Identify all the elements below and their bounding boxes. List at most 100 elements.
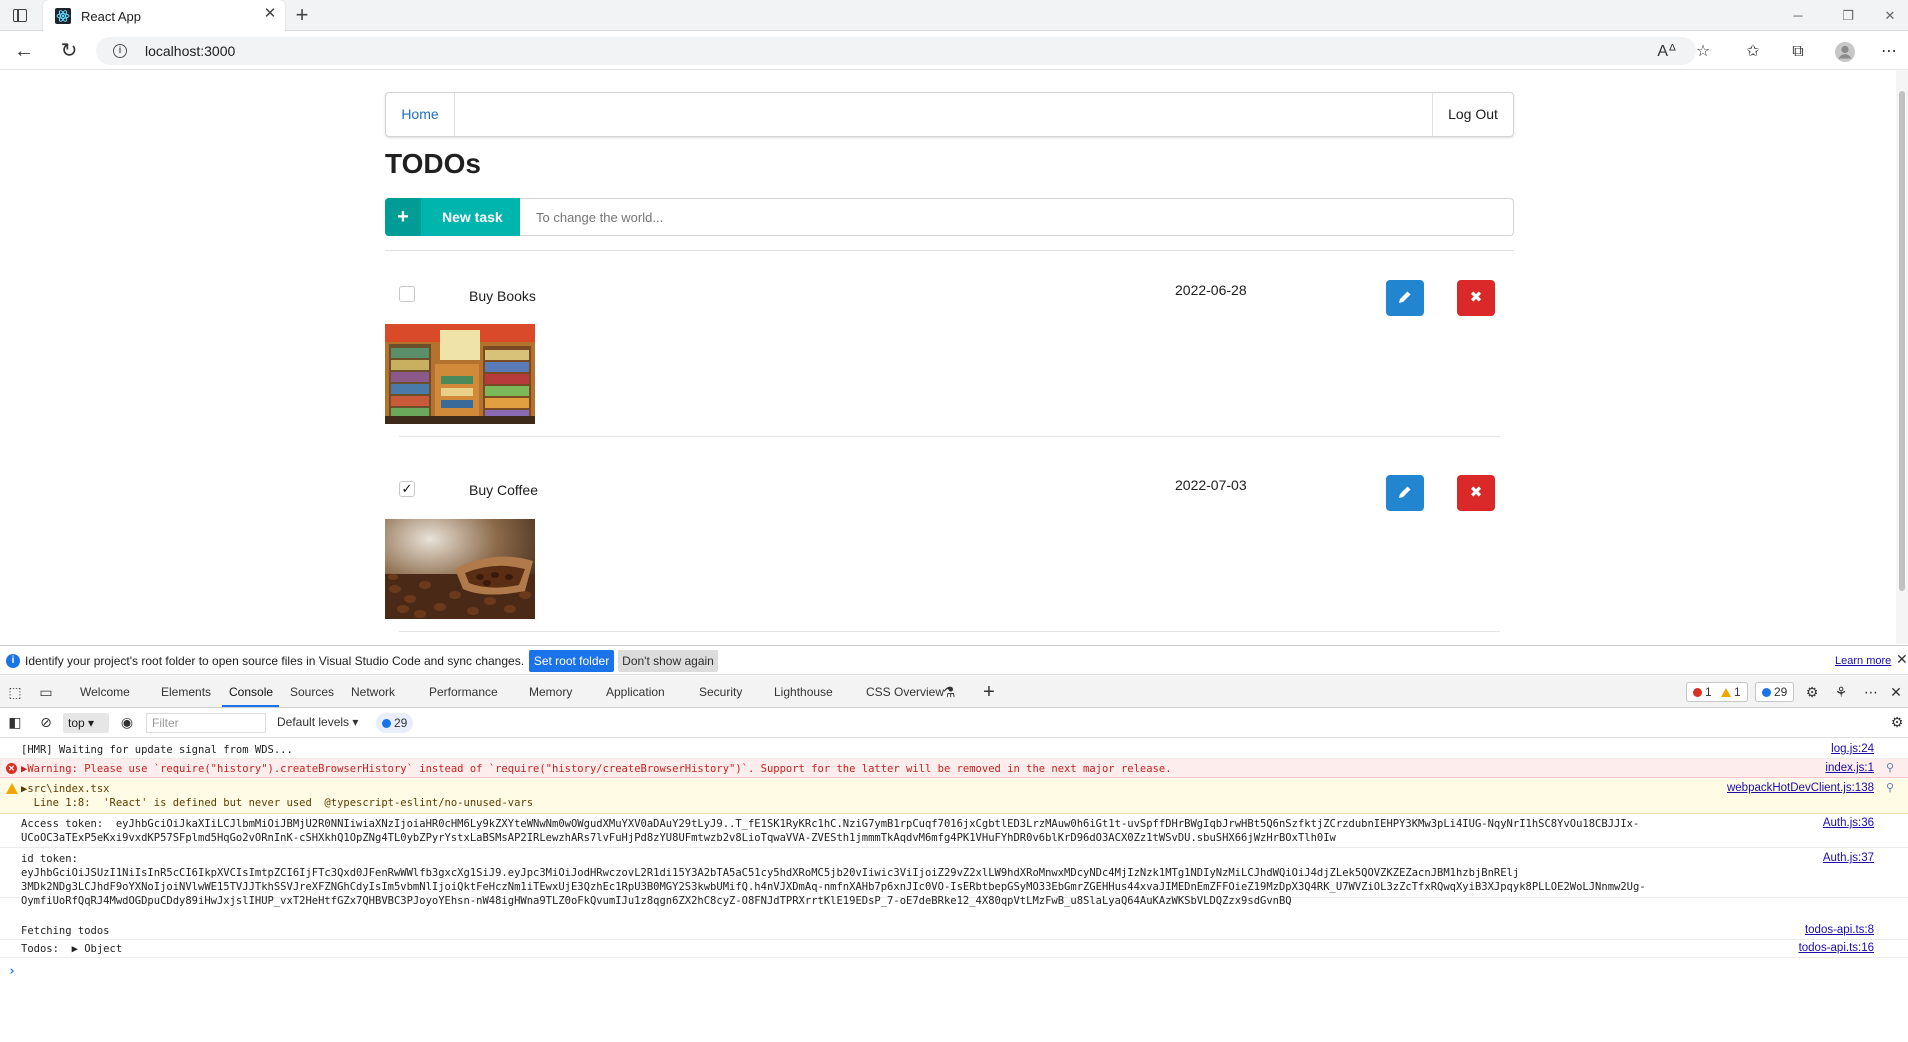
- sidebar-toggle-icon[interactable]: ◧: [6, 714, 24, 730]
- new-tab-button[interactable]: +: [290, 4, 314, 28]
- new-task-input[interactable]: [520, 198, 1514, 236]
- message-dot-icon: [382, 719, 391, 728]
- console-filter-input[interactable]: Filter: [146, 713, 266, 733]
- learn-more-link[interactable]: Learn more: [1835, 655, 1891, 667]
- home-link[interactable]: Home: [386, 93, 455, 136]
- browser-tab-strip: React App ✕ + ─ ❐ ✕: [0, 0, 1908, 32]
- window-close-icon[interactable]: ✕: [1872, 4, 1908, 28]
- tab-css-overview[interactable]: CSS Overview: [866, 685, 944, 699]
- warning-triangle-icon: [1721, 688, 1732, 697]
- console-toolbar: ◧ ⊘ top ▾ ◉ Filter Default levels ▾ 29 ⚙: [0, 709, 1908, 738]
- todo-item: ✓ Buy Coffee 2022-07-03 ✖: [385, 461, 1514, 632]
- infobar-close-icon[interactable]: ✕: [1896, 651, 1908, 668]
- browser-tab-react-app[interactable]: React App ✕: [43, 0, 285, 32]
- live-expression-eye-icon[interactable]: ◉: [118, 714, 136, 730]
- profile-avatar-icon[interactable]: [1834, 41, 1856, 63]
- console-line: Todos: ▶ Object todos-api.ts:16: [0, 940, 1908, 958]
- tab-memory[interactable]: Memory: [529, 685, 572, 699]
- todo-divider: [399, 436, 1500, 437]
- back-icon[interactable]: ←: [11, 39, 37, 63]
- tab-elements[interactable]: Elements: [161, 685, 211, 699]
- pencil-icon: [1399, 291, 1411, 303]
- tab-welcome[interactable]: Welcome: [80, 685, 130, 699]
- tab-application[interactable]: Application: [606, 685, 665, 699]
- restore-icon[interactable]: ❐: [1830, 4, 1866, 28]
- delete-button[interactable]: ✖: [1457, 475, 1495, 511]
- source-link[interactable]: Auth.js:36: [1823, 817, 1874, 829]
- top-menu: Home Log Out: [385, 92, 1514, 137]
- source-link[interactable]: todos-api.ts:8: [1805, 924, 1874, 936]
- console-output: [HMR] Waiting for update signal from WDS…: [0, 739, 1908, 1042]
- tab-console[interactable]: Console: [229, 685, 273, 699]
- infobar-message: Identify your project's root folder to o…: [25, 654, 525, 668]
- console-settings-gear-icon[interactable]: ⚙: [1888, 714, 1906, 730]
- context-selector[interactable]: top ▾: [63, 713, 109, 733]
- customize-icon[interactable]: ⚘: [1832, 684, 1850, 700]
- console-line: Fetching todos todos-api.ts:8: [0, 923, 1908, 940]
- url-text: localhost:3000: [145, 43, 236, 59]
- logout-button[interactable]: Log Out: [1432, 93, 1513, 136]
- console-line: Access token: eyJhbGciOiJkaXIiLCJlbmMiOi…: [0, 814, 1908, 848]
- warning-icon: [6, 783, 18, 794]
- devtools-infobar: i Identify your project's root folder to…: [0, 645, 1908, 675]
- more-options-icon[interactable]: ⋯: [1862, 684, 1880, 700]
- experimental-flask-icon: ⚗: [942, 684, 956, 700]
- tab-actions-icon[interactable]: [10, 6, 30, 26]
- search-icon: ⚲: [1885, 781, 1894, 794]
- minimize-icon[interactable]: ─: [1780, 4, 1816, 28]
- source-link[interactable]: log.js:24: [1831, 743, 1874, 755]
- read-aloud-icon[interactable]: Aᐞ: [1656, 41, 1678, 63]
- more-menu-icon[interactable]: ⋯: [1878, 41, 1900, 63]
- react-favicon-icon: [55, 8, 71, 24]
- tab-lighthouse[interactable]: Lighthouse: [774, 685, 833, 699]
- edit-button[interactable]: [1386, 475, 1424, 511]
- console-prompt-icon[interactable]: ›: [8, 964, 16, 979]
- search-icon: ⚲: [1885, 761, 1894, 774]
- message-count-badge[interactable]: 29: [1755, 682, 1795, 702]
- clear-console-icon[interactable]: ⊘: [37, 714, 55, 730]
- tab-network[interactable]: Network: [351, 685, 395, 699]
- tab-sources[interactable]: Sources: [290, 685, 334, 699]
- todo-image-coffee: [385, 519, 535, 619]
- edit-button[interactable]: [1386, 280, 1424, 316]
- source-link[interactable]: todos-api.ts:16: [1799, 942, 1874, 954]
- site-info-icon[interactable]: i: [113, 44, 127, 58]
- issue-counts[interactable]: 1 1: [1686, 682, 1748, 702]
- todo-image-books: [385, 324, 535, 424]
- url-field[interactable]: i localhost:3000: [96, 37, 1696, 65]
- inspect-element-icon[interactable]: ⬚: [6, 684, 24, 700]
- favorites-icon[interactable]: ✩: [1742, 41, 1764, 63]
- todo-checkbox[interactable]: [399, 286, 415, 302]
- todo-checkbox[interactable]: ✓: [399, 481, 415, 497]
- source-link[interactable]: webpackHotDevClient.js:138: [1727, 782, 1874, 794]
- tab-security[interactable]: Security: [699, 685, 742, 699]
- page-scrollbar[interactable]: [1896, 71, 1908, 644]
- info-icon: i: [6, 654, 20, 668]
- console-warning-line: ▶src\index.tsx Line 1:8: 'React' is defi…: [0, 779, 1908, 814]
- plus-icon: +: [385, 198, 421, 236]
- more-tabs-plus-icon[interactable]: +: [980, 682, 998, 702]
- delete-button[interactable]: ✖: [1457, 280, 1495, 316]
- collections-icon[interactable]: ⧉: [1787, 41, 1809, 63]
- todo-item: Buy Books 2022-06-28 ✖: [385, 266, 1514, 437]
- tab-performance[interactable]: Performance: [429, 685, 498, 699]
- close-devtools-icon[interactable]: ✕: [1887, 684, 1905, 700]
- message-dot-icon: [1762, 688, 1771, 697]
- error-icon: ✕: [6, 763, 17, 774]
- todo-divider: [399, 631, 1500, 632]
- new-task-button[interactable]: + New task: [385, 198, 521, 236]
- set-root-folder-button[interactable]: Set root folder: [529, 650, 614, 672]
- levels-message-count[interactable]: 29: [376, 713, 414, 733]
- refresh-icon[interactable]: ↻: [56, 39, 82, 63]
- tab-close-icon[interactable]: ✕: [262, 6, 278, 22]
- log-levels-dropdown[interactable]: Default levels ▾: [277, 715, 358, 729]
- source-link[interactable]: index.js:1: [1825, 762, 1874, 774]
- address-bar: ← ↻ i localhost:3000 Aᐞ ☆ ✩ ⧉ ⋯: [0, 32, 1908, 70]
- settings-gear-icon[interactable]: ⚙: [1803, 684, 1821, 700]
- source-link[interactable]: Auth.js:37: [1823, 852, 1874, 864]
- console-line: id token: eyJhbGciOiJSUzI1NiIsInR5cCI6Ik…: [0, 849, 1908, 907]
- header-divider: [385, 250, 1514, 251]
- add-favorite-icon[interactable]: ☆: [1692, 41, 1714, 63]
- dont-show-again-button[interactable]: Don't show again: [618, 650, 718, 672]
- device-toolbar-icon[interactable]: ▭: [37, 684, 55, 700]
